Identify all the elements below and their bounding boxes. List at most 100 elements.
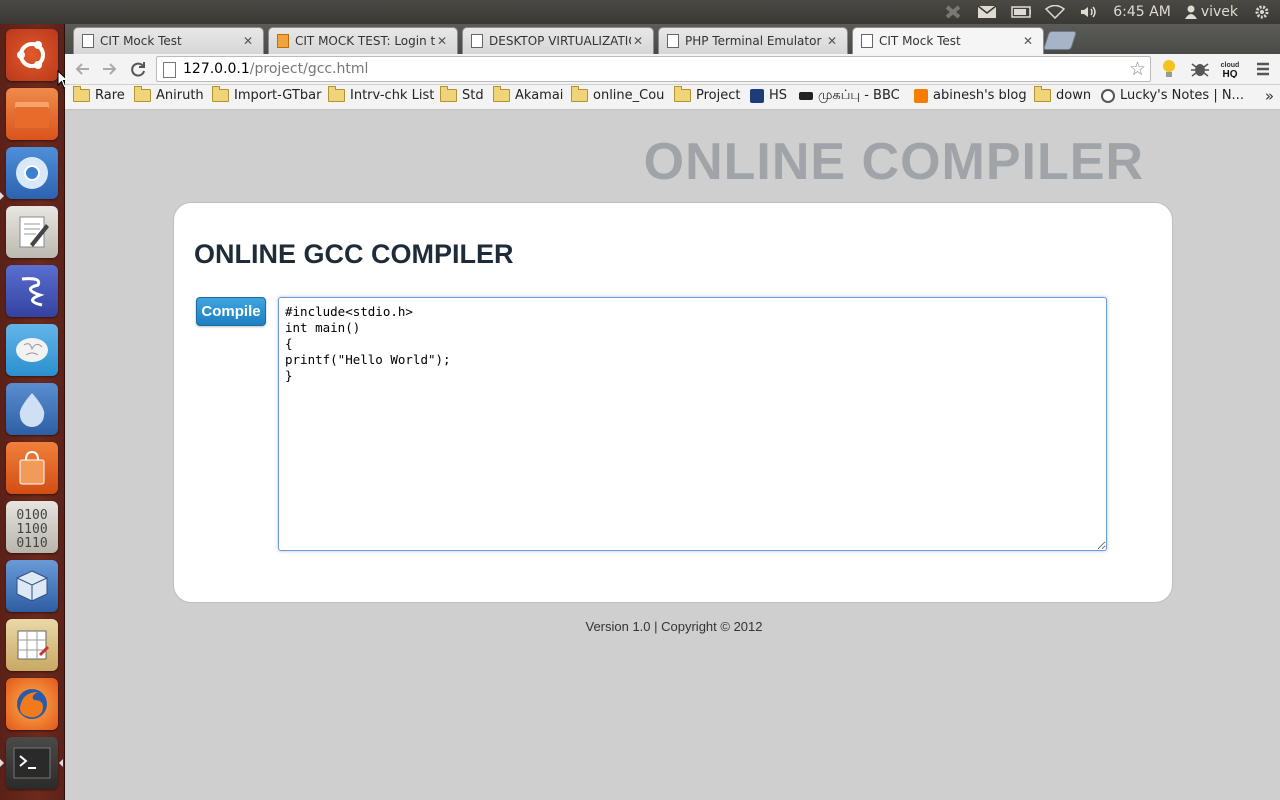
bookmark-label: முகப்பு - BBC <box>818 88 900 103</box>
folder-icon <box>134 86 151 102</box>
files-icon[interactable] <box>6 88 58 140</box>
tab-cit-mock-login[interactable]: CIT MOCK TEST: Login to t ✕ <box>268 27 458 54</box>
bookmark-bbc[interactable]: முகப்பு - BBC <box>799 88 900 104</box>
web-page: ONLINE COMPILER ONLINE GCC COMPILER Comp… <box>65 110 1280 800</box>
new-tab-button[interactable] <box>1042 31 1078 50</box>
wifi-icon[interactable] <box>1045 4 1066 20</box>
svg-text:0110: 0110 <box>16 536 47 549</box>
close-tab-icon[interactable]: ✕ <box>631 34 645 48</box>
folder-icon <box>212 86 229 102</box>
bookmark-abinesh-blog[interactable]: abinesh's blog <box>914 88 1027 103</box>
folder-icon <box>493 86 510 102</box>
lightbulb-extension-icon[interactable] <box>1158 58 1180 80</box>
url-path: /project/gcc.html <box>249 61 369 77</box>
user-name: vivek <box>1200 4 1238 20</box>
dash-home-icon[interactable] <box>6 29 58 81</box>
bookmark-star-icon[interactable]: ☆ <box>1129 58 1146 80</box>
session-gear-icon[interactable] <box>1252 4 1272 20</box>
folder-icon <box>571 86 588 102</box>
bookmark-down[interactable]: down <box>1034 86 1091 103</box>
svg-text:0100: 0100 <box>16 508 47 523</box>
text-editor-icon[interactable] <box>6 206 58 258</box>
bookmark-aniruth[interactable]: Aniruth <box>134 86 204 103</box>
user-menu[interactable]: vivek <box>1184 4 1238 20</box>
bookmark-akamai[interactable]: Akamai <box>493 86 564 103</box>
bookmark-label: Project <box>696 88 741 103</box>
tab-cit-mock-test-1[interactable]: CIT Mock Test ✕ <box>73 27 264 54</box>
indicator-x-icon[interactable] <box>943 4 963 20</box>
tab-desktop-virtualization[interactable]: DESKTOP VIRTUALIZATIO ✕ <box>462 27 654 54</box>
chrome-menu-icon[interactable] <box>1252 58 1274 80</box>
bookmark-label: abinesh's blog <box>933 88 1027 103</box>
reload-button[interactable] <box>127 58 149 80</box>
drupal-drop-icon[interactable] <box>6 383 58 435</box>
folder-icon <box>1034 86 1051 102</box>
cloudhq-extension-icon[interactable]: cloud HQ <box>1219 58 1241 80</box>
page-icon <box>82 34 94 48</box>
folder-icon <box>73 86 90 102</box>
tab-title: DESKTOP VIRTUALIZATIO <box>489 34 631 48</box>
more-bookmarks-chevron-icon[interactable]: » <box>1265 87 1274 105</box>
tab-title: CIT Mock Test <box>100 34 182 48</box>
close-tab-icon[interactable]: ✕ <box>1021 34 1035 48</box>
folder-icon <box>328 86 345 102</box>
bookmarks-bar: Rare Aniruth Import-GTbar Intrv-chk List… <box>65 85 1280 110</box>
close-tab-icon[interactable]: ✕ <box>825 34 839 48</box>
emacs-icon[interactable] <box>6 265 58 317</box>
forward-arrow-icon <box>103 63 117 75</box>
bookmark-std[interactable]: Std <box>440 86 484 103</box>
moodle-icon <box>277 34 289 48</box>
mind-map-brain-icon[interactable] <box>6 324 58 376</box>
svg-text:1100: 1100 <box>16 522 47 537</box>
compiler-card: ONLINE GCC COMPILER Compile #include<std… <box>173 202 1173 603</box>
tab-php-terminal[interactable]: PHP Terminal Emulator ✕ <box>658 27 848 54</box>
page-info-icon[interactable] <box>163 62 176 78</box>
bug-extension-icon[interactable] <box>1189 58 1211 80</box>
page-heading: ONLINE GCC COMPILER <box>194 239 514 269</box>
back-arrow-icon <box>75 63 89 75</box>
tab-title: CIT Mock Test <box>879 34 961 48</box>
tab-strip: CIT Mock Test ✕ CIT MOCK TEST: Login to … <box>65 24 1280 54</box>
address-bar[interactable]: 127.0.0.1/project/gcc.html ☆ <box>156 56 1151 82</box>
close-tab-icon[interactable]: ✕ <box>241 34 255 48</box>
tab-title: CIT MOCK TEST: Login to t <box>295 34 435 48</box>
tab-title: PHP Terminal Emulator <box>685 34 822 48</box>
code-editor-textarea[interactable]: #include<stdio.h> int main() { printf("H… <box>278 297 1107 551</box>
bookmark-rare[interactable]: Rare <box>73 86 125 103</box>
firefox-icon[interactable] <box>6 678 58 730</box>
tab-cit-mock-test-active[interactable]: CIT Mock Test ✕ <box>852 27 1044 54</box>
terminal-icon[interactable] <box>6 737 58 789</box>
forward-button[interactable] <box>99 58 121 80</box>
back-button[interactable] <box>71 58 93 80</box>
binary-converter-icon[interactable]: 0100 1100 0110 <box>6 501 58 553</box>
bookmark-label: Lucky's Notes | N... <box>1120 88 1244 103</box>
bookmark-label: Akamai <box>515 88 564 103</box>
wordpress-icon <box>1101 88 1115 103</box>
bookmark-label: HS <box>769 88 788 103</box>
bookmark-luckys-notes[interactable]: Lucky's Notes | N... <box>1101 88 1244 103</box>
clock[interactable]: 6:45 AM <box>1113 4 1171 20</box>
battery-icon[interactable] <box>1011 4 1032 20</box>
folder-icon <box>674 86 691 102</box>
bookmark-hs[interactable]: HS <box>750 88 787 103</box>
software-center-icon[interactable] <box>6 442 58 494</box>
bookmark-project[interactable]: Project <box>674 86 741 103</box>
bookmark-intrv-chk-list[interactable]: Intrv-chk List <box>328 86 434 103</box>
site-title: ONLINE COMPILER <box>643 133 1144 191</box>
chromium-browser-icon[interactable] <box>6 147 58 199</box>
bookmark-import-gtbar[interactable]: Import-GTbar <box>212 86 321 103</box>
bookmark-label: Std <box>462 88 484 103</box>
address-url: 127.0.0.1/project/gcc.html <box>183 61 368 77</box>
sudoku-icon[interactable] <box>6 619 58 671</box>
mail-icon[interactable] <box>977 4 997 20</box>
bookmark-online-cou[interactable]: online_Cou <box>571 86 664 103</box>
close-tab-icon[interactable]: ✕ <box>435 34 449 48</box>
volume-icon[interactable] <box>1079 4 1099 20</box>
compile-button[interactable]: Compile <box>196 297 266 326</box>
page-icon <box>471 34 483 48</box>
page-icon <box>667 34 679 48</box>
bookmark-label: Rare <box>95 88 125 103</box>
virtualbox-icon[interactable] <box>6 560 58 612</box>
footer-text: Version 1.0 | Copyright © 2012 <box>585 619 763 634</box>
svg-text:HQ: HQ <box>1223 69 1238 78</box>
